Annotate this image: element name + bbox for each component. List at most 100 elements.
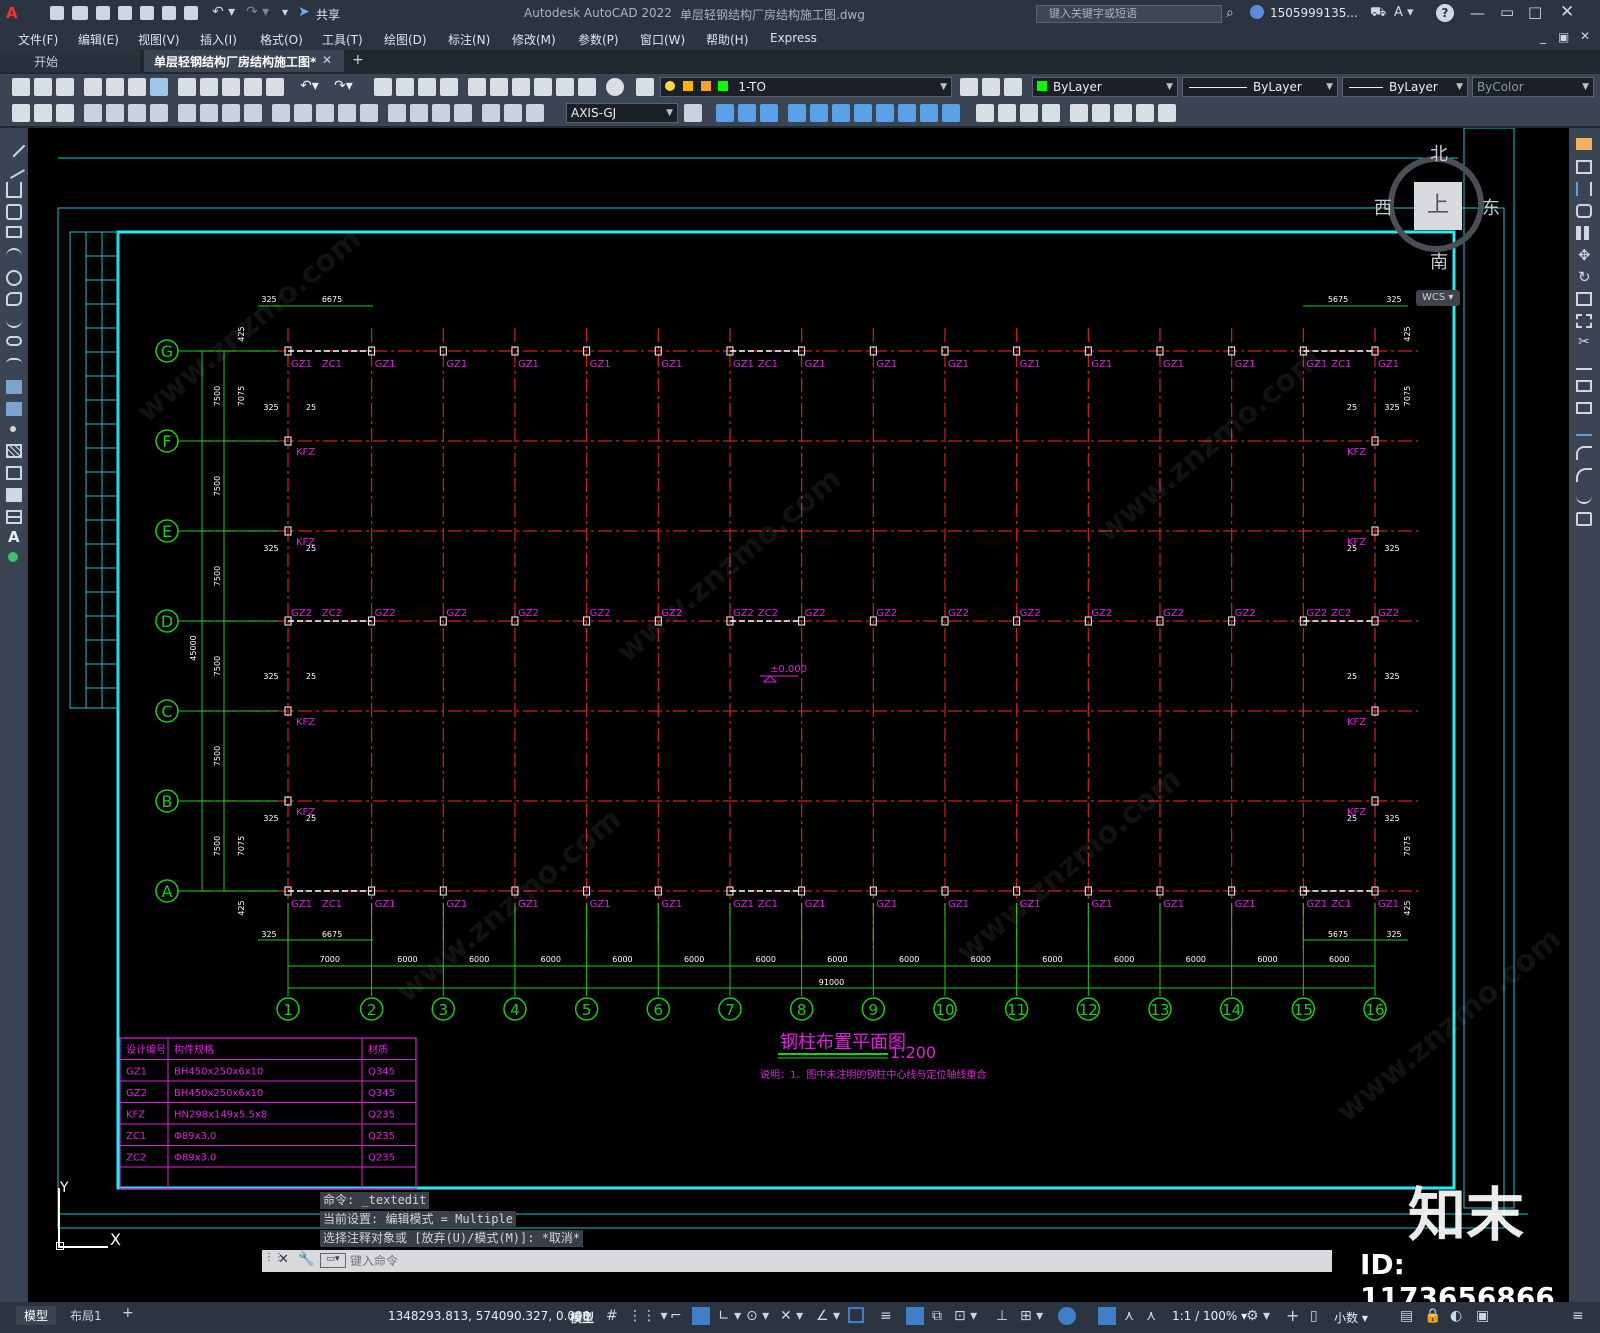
- user-icon[interactable]: [1250, 5, 1264, 19]
- ellipse-tool-icon[interactable]: [6, 336, 22, 346]
- join-tool-icon[interactable]: [1576, 424, 1592, 436]
- command-close-icon[interactable]: ✕: [278, 1252, 289, 1267]
- menu-draw[interactable]: 绘图(D): [384, 31, 427, 48]
- share-button[interactable]: 共享: [316, 6, 340, 23]
- new-tab-icon[interactable]: +: [352, 52, 364, 68]
- dimstyle-dropdown[interactable]: AXIS-GJ ▼: [566, 103, 678, 123]
- fillet-tool-icon[interactable]: [1576, 468, 1592, 482]
- tb2-ucs-world-icon[interactable]: [998, 104, 1016, 122]
- extend-tool-icon[interactable]: [1576, 358, 1592, 370]
- dim-linear-icon[interactable]: [84, 104, 102, 122]
- view-sw-iso-icon[interactable]: [854, 104, 872, 122]
- selection-filter-icon[interactable]: ⊞ ▾: [1020, 1308, 1043, 1324]
- customization-icon[interactable]: ≡: [1572, 1308, 1584, 1324]
- circle-tool-icon[interactable]: [6, 270, 22, 286]
- arc-tool-icon[interactable]: [6, 248, 22, 264]
- model-space-button[interactable]: 模型: [570, 1309, 594, 1326]
- tb-open-icon[interactable]: [34, 78, 52, 96]
- view-top-icon[interactable]: [716, 104, 734, 122]
- tb-copy-icon[interactable]: [200, 78, 218, 96]
- insert-block-icon[interactable]: [6, 380, 22, 394]
- menu-dimension[interactable]: 标注(N): [448, 31, 490, 48]
- annotation-scale-readout[interactable]: 1:1 / 100% ▾: [1172, 1309, 1247, 1323]
- quick-access-dropdown-icon[interactable]: ▾: [282, 5, 288, 19]
- dim-break-icon[interactable]: [360, 104, 378, 122]
- copy-tool-icon[interactable]: [1576, 160, 1592, 174]
- tb-plot-icon[interactable]: [84, 78, 102, 96]
- tb-redo-icon[interactable]: ↷▾: [334, 78, 353, 94]
- menu-view[interactable]: 视图(V): [138, 31, 180, 48]
- layer-dropdown[interactable]: 1-TO ▼: [660, 77, 952, 97]
- tab-start[interactable]: 开始: [0, 50, 140, 72]
- tb-zoom-realtime-icon[interactable]: [396, 78, 414, 96]
- make-block-icon[interactable]: [6, 402, 22, 416]
- help-button[interactable]: ?: [1436, 4, 1454, 22]
- dim-jogline-icon[interactable]: [454, 104, 472, 122]
- dim-jogged-icon[interactable]: [200, 104, 218, 122]
- redo-icon[interactable]: ↷ ▾: [246, 4, 269, 20]
- viewcube-south[interactable]: 南: [1430, 248, 1448, 274]
- mirror-tool-icon[interactable]: [1576, 182, 1592, 196]
- user-account[interactable]: 1505999135...: [1270, 6, 1358, 20]
- command-input[interactable]: [350, 1252, 1320, 1270]
- tb-pan-icon[interactable]: [374, 78, 392, 96]
- new-file-icon[interactable]: [50, 6, 64, 20]
- view-camera-icon[interactable]: [942, 104, 960, 122]
- ellipse-arc-tool-icon[interactable]: [6, 358, 22, 370]
- menu-format[interactable]: 格式(O): [260, 31, 303, 48]
- transparency-icon[interactable]: [906, 1307, 924, 1325]
- view-nw-iso-icon[interactable]: [920, 104, 938, 122]
- tb2-ucs-icon[interactable]: [976, 104, 994, 122]
- chamfer-tool-icon[interactable]: [1576, 446, 1592, 460]
- open-file-icon[interactable]: [72, 6, 88, 20]
- lineweight-toggle-icon[interactable]: ≡: [880, 1308, 892, 1324]
- trim-tool-icon[interactable]: ✂: [1578, 334, 1590, 350]
- dim-continue-icon[interactable]: [316, 104, 334, 122]
- selection-cycling-icon[interactable]: ⧉: [932, 1308, 942, 1324]
- quick-properties-icon[interactable]: ▤: [1400, 1308, 1413, 1324]
- dim-tolerance-icon[interactable]: [388, 104, 406, 122]
- tb-properties-icon[interactable]: [468, 78, 486, 96]
- object-snap-icon[interactable]: [848, 1307, 864, 1323]
- tb2-ucs-zaxis-icon[interactable]: [1136, 104, 1154, 122]
- array-tool-icon[interactable]: [1576, 226, 1592, 240]
- autocad-logo-icon[interactable]: A: [6, 4, 24, 22]
- tb-zoom-previous-icon[interactable]: [440, 78, 458, 96]
- menu-insert[interactable]: 插入(I): [200, 31, 237, 48]
- object-snap-tracking-icon[interactable]: ∠ ▾: [816, 1308, 840, 1324]
- units-readout[interactable]: 小数 ▾: [1334, 1309, 1368, 1326]
- view-right-icon[interactable]: [788, 104, 806, 122]
- tb-new-icon[interactable]: [12, 78, 30, 96]
- tb2-ucs-prev-icon[interactable]: [1020, 104, 1038, 122]
- dim-space-icon[interactable]: [338, 104, 356, 122]
- gizmo-icon[interactable]: [1058, 1307, 1076, 1325]
- stretch-tool-icon[interactable]: [1576, 314, 1592, 328]
- undo-icon[interactable]: ↶ ▾: [212, 4, 235, 20]
- offset-tool-icon[interactable]: [1576, 204, 1592, 218]
- share-icon[interactable]: ➤: [298, 4, 310, 20]
- auto-scale-icon[interactable]: ⋏: [1124, 1308, 1134, 1324]
- tab-close-icon[interactable]: ✕: [322, 53, 332, 67]
- dim-center-icon[interactable]: [410, 104, 428, 122]
- dim-diameter-icon[interactable]: [222, 104, 240, 122]
- dim-ordinate-icon[interactable]: [150, 104, 168, 122]
- menu-file[interactable]: 文件(F): [18, 31, 58, 48]
- rectangle-tool-icon[interactable]: [6, 226, 22, 238]
- hatch-tool-icon[interactable]: [6, 444, 22, 458]
- dim-arclength-icon[interactable]: [128, 104, 146, 122]
- minimize-icon[interactable]: —: [1470, 4, 1485, 22]
- menu-edit[interactable]: 编辑(E): [78, 31, 119, 48]
- tb-preview-icon[interactable]: [106, 78, 124, 96]
- tb2-attribute-icon[interactable]: [56, 104, 74, 122]
- dim-inspect-icon[interactable]: [432, 104, 450, 122]
- color-dropdown[interactable]: ByLayer ▼: [1032, 77, 1178, 97]
- dynamic-ucs-icon[interactable]: ⊥: [996, 1308, 1008, 1324]
- viewcube-north[interactable]: 北: [1430, 140, 1448, 166]
- tb2-ucs-object-icon[interactable]: [1070, 104, 1088, 122]
- tb-designcenter-icon[interactable]: [490, 78, 508, 96]
- tb-layer-properties-icon[interactable]: [636, 78, 654, 96]
- tb-layer-previous-icon[interactable]: [982, 78, 1000, 96]
- tb-matchprop-icon[interactable]: [244, 78, 262, 96]
- dim-style-icon[interactable]: [684, 104, 702, 122]
- blend-tool-icon[interactable]: [1576, 490, 1592, 504]
